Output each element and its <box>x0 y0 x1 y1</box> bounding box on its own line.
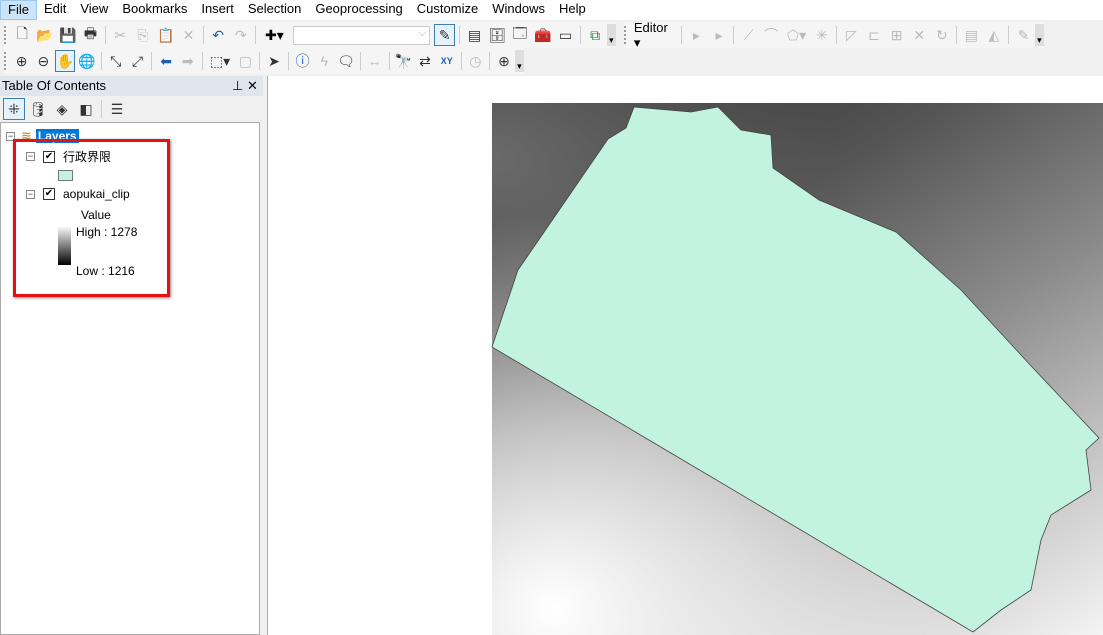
copy-icon[interactable]: ⎘ <box>133 24 154 46</box>
fixed-zoom-in-icon[interactable]: ⤡ <box>106 50 126 72</box>
forward-extent-icon[interactable]: ➡ <box>178 50 198 72</box>
menu-file[interactable]: File <box>0 0 37 20</box>
edit-annotation-icon[interactable]: ▸ <box>709 24 730 46</box>
add-data-icon[interactable]: ✚▾ <box>260 24 288 46</box>
select-elements-icon[interactable]: ➤ <box>264 50 284 72</box>
print-icon[interactable]: 🖶 <box>80 24 101 46</box>
highlight-annotation-box <box>13 139 170 297</box>
close-icon[interactable]: ✕ <box>247 76 258 96</box>
boundary-polygon[interactable] <box>491 106 1100 633</box>
search-window-icon[interactable]: 🗔 <box>510 24 531 46</box>
menu-selection[interactable]: Selection <box>241 0 308 20</box>
split-icon[interactable]: ✕ <box>909 24 930 46</box>
attributes-icon[interactable]: ▤ <box>961 24 982 46</box>
chevron-down-icon: ⌵ <box>417 26 427 39</box>
editor-toolbar: Editor ▾ ▸ ▸ ⟋ ⌒ ⬠▾ ✳ ◸ ⊏ ⊞ ✕ ↻ ▤ ◭ ✎ ▾ <box>624 20 1045 51</box>
zoom-out-icon[interactable]: ⊖ <box>34 50 54 72</box>
pin-icon[interactable]: ⊥ <box>232 76 243 96</box>
toolbar-overflow-icon[interactable]: ▾ <box>606 24 616 46</box>
catalog-icon[interactable]: 🗄 <box>487 24 508 46</box>
measure-icon[interactable]: ↔ <box>365 50 385 72</box>
menu-windows[interactable]: Windows <box>485 0 552 20</box>
hyperlink-icon[interactable]: ϟ <box>314 50 334 72</box>
full-extent-icon[interactable]: 🌐 <box>77 50 97 72</box>
map-canvas <box>491 106 1100 633</box>
edit-tool-icon[interactable]: ▸ <box>686 24 707 46</box>
edit-vertices-icon[interactable]: ◸ <box>841 24 862 46</box>
open-icon[interactable]: 📂 <box>35 24 56 46</box>
python-window-icon[interactable]: ▭ <box>555 24 576 46</box>
menu-view[interactable]: View <box>73 0 115 20</box>
arctoolbox-icon[interactable]: 🧰 <box>532 24 553 46</box>
menu-help[interactable]: Help <box>552 0 593 20</box>
html-popup-icon[interactable]: 🗨 <box>336 50 356 72</box>
end-point-arc-icon[interactable]: ⌒ <box>761 24 782 46</box>
toolbar-grip[interactable] <box>4 52 8 70</box>
list-by-selection-icon[interactable]: ◧ <box>75 98 97 120</box>
go-to-xy-icon[interactable]: XY <box>437 50 457 72</box>
map-view[interactable] <box>267 76 1103 635</box>
toc-toolbar: ⁜ 🛢 ◈ ◧ ☰ <box>0 96 263 122</box>
straight-segment-icon[interactable]: ⟋ <box>738 24 759 46</box>
editor-menu[interactable]: Editor ▾ <box>631 20 678 51</box>
standard-toolbar: 🗋 📂 💾 🖶 ✂ ⎘ 📋 ✕ ↶ ↷ ✚▾ ⌵ ✎ ▤ 🗄 🗔 🧰 ▭ ⧉ ▾ <box>4 22 616 48</box>
menu-customize[interactable]: Customize <box>410 0 485 20</box>
new-document-icon[interactable]: 🗋 <box>12 24 33 46</box>
rotate-icon[interactable]: ↻ <box>932 24 953 46</box>
map-scale-combo[interactable]: ⌵ <box>292 25 431 45</box>
list-by-drawing-order-icon[interactable]: ⁜ <box>3 98 25 120</box>
cut-polygon-icon[interactable]: ⊞ <box>886 24 907 46</box>
trace-icon[interactable]: ⬠▾ <box>783 24 809 46</box>
sketch-properties-icon[interactable]: ◭ <box>984 24 1005 46</box>
list-by-source-icon[interactable]: 🛢 <box>27 98 49 120</box>
cut-icon[interactable]: ✂ <box>110 24 131 46</box>
time-slider-icon[interactable]: ◷ <box>466 50 486 72</box>
toolbar-overflow-icon[interactable]: ▾ <box>514 50 524 72</box>
identify-icon[interactable]: ⓘ <box>293 50 313 72</box>
reshape-icon[interactable]: ⊏ <box>864 24 885 46</box>
menu-bookmarks[interactable]: Bookmarks <box>115 0 194 20</box>
table-of-contents-panel: Table Of Contents ⊥ ✕ ⁜ 🛢 ◈ ◧ ☰ − ≋ Laye… <box>0 76 263 635</box>
select-features-icon[interactable]: ⬚▾ <box>207 50 234 72</box>
redo-icon[interactable]: ↷ <box>231 24 252 46</box>
find-route-icon[interactable]: ⇄ <box>415 50 435 72</box>
model-builder-icon[interactable]: ⧉ <box>585 24 606 46</box>
menu-geoprocessing[interactable]: Geoprocessing <box>308 0 409 20</box>
toolbar-grip[interactable] <box>624 26 628 44</box>
menu-bar: File Edit View Bookmarks Insert Selection Geop… <box>0 0 1103 20</box>
toolbar-overflow-icon[interactable]: ▾ <box>1034 24 1045 46</box>
table-of-contents-icon[interactable]: ▤ <box>464 24 485 46</box>
save-icon[interactable]: 💾 <box>57 24 78 46</box>
editor-toolbar-icon[interactable]: ✎ <box>434 24 456 46</box>
clear-selection-icon[interactable]: ▢ <box>235 50 255 72</box>
create-viewer-window-icon[interactable]: ⊕ <box>494 50 514 72</box>
toolbar-grip[interactable] <box>4 26 8 44</box>
zoom-in-icon[interactable]: ⊕ <box>12 50 32 72</box>
toc-title-bar: Table Of Contents ⊥ ✕ <box>0 76 263 96</box>
back-extent-icon[interactable]: ⬅ <box>156 50 176 72</box>
menu-edit[interactable]: Edit <box>37 0 73 20</box>
toc-title: Table Of Contents <box>2 78 107 93</box>
delete-icon[interactable]: ✕ <box>178 24 199 46</box>
pan-icon[interactable]: ✋ <box>55 50 76 72</box>
list-by-visibility-icon[interactable]: ◈ <box>51 98 73 120</box>
point-icon[interactable]: ✳ <box>812 24 833 46</box>
tools-toolbar: ⊕ ⊖ ✋ 🌐 ⤡ ⤢ ⬅ ➡ ⬚▾ ▢ ➤ ⓘ ϟ 🗨 ↔ 🔭 ⇄ XY ◷ … <box>4 48 524 74</box>
options-icon[interactable]: ☰ <box>106 98 128 120</box>
menu-insert[interactable]: Insert <box>194 0 241 20</box>
undo-icon[interactable]: ↶ <box>208 24 229 46</box>
fixed-zoom-out-icon[interactable]: ⤢ <box>128 50 148 72</box>
create-features-icon[interactable]: ✎ <box>1013 24 1034 46</box>
find-icon[interactable]: 🔭 <box>393 50 413 72</box>
paste-icon[interactable]: 📋 <box>155 24 176 46</box>
